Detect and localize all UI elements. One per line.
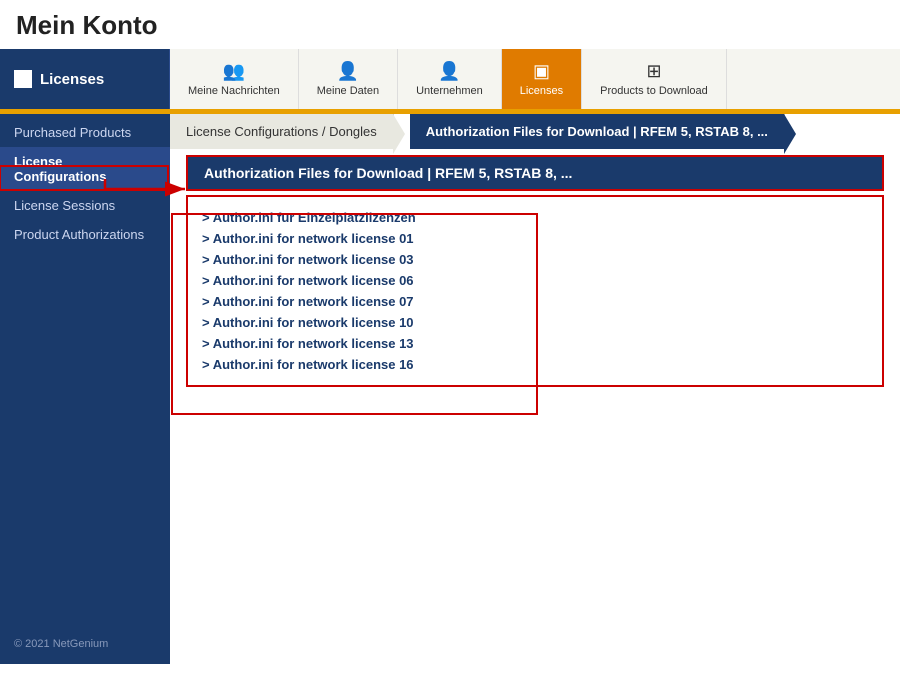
nav-items: 👥 Meine Nachrichten 👤 Meine Daten 👤 Unte… [170,49,900,109]
sidebar-item-license-sessions[interactable]: License Sessions [0,191,170,220]
auth-link-network-13[interactable]: > Author.ini for network license 13 [202,333,868,354]
nav-label-unternehmen: Unternehmen [416,85,483,97]
auth-link-network-10[interactable]: > Author.ini for network license 10 [202,312,868,333]
nav-item-products-to-download[interactable]: ⊞ Products to Download [582,49,727,109]
nav-label-products-to-download: Products to Download [600,85,708,97]
breadcrumb-bar: License Configurations / Dongles Authori… [170,114,900,149]
auth-header: Authorization Files for Download | RFEM … [186,155,884,191]
breadcrumb-item-license-configurations[interactable]: License Configurations / Dongles [170,114,394,149]
breadcrumb-label-license-configurations: License Configurations / Dongles [186,124,377,139]
auth-section: Authorization Files for Download | RFEM … [170,155,900,387]
sidebar-footer: © 2021 NetGenium [0,628,170,664]
content-area: License Configurations / Dongles Authori… [170,114,900,664]
nav-item-licenses[interactable]: ▣ Licenses [502,49,582,109]
logo-icon [14,70,32,88]
auth-link-network-03[interactable]: > Author.ini for network license 03 [202,249,868,270]
page-title-area: Mein Konto [0,0,900,49]
nav-label-meine-daten: Meine Daten [317,85,379,97]
auth-link-network-16[interactable]: > Author.ini for network license 16 [202,354,868,375]
breadcrumb-label-auth-files: Authorization Files for Download | RFEM … [426,124,768,139]
page-title: Mein Konto [16,10,884,41]
nav-label-licenses: Licenses [520,85,563,97]
nav-label-meine-nachrichten: Meine Nachrichten [188,85,280,97]
main-layout: Purchased Products License Configuration… [0,114,900,664]
auth-link-network-07[interactable]: > Author.ini for network license 07 [202,291,868,312]
breadcrumb-item-auth-files[interactable]: Authorization Files for Download | RFEM … [410,114,785,149]
logo-area[interactable]: Licenses [0,49,170,109]
person-icon: 👤 [337,61,359,82]
nav-item-meine-daten[interactable]: 👤 Meine Daten [299,49,398,109]
licenses-icon: ▣ [533,61,550,82]
sidebar-item-product-authorizations[interactable]: Product Authorizations [0,220,170,249]
auth-link-network-01[interactable]: > Author.ini for network license 01 [202,228,868,249]
messages-icon: 👥 [223,61,245,82]
auth-link-network-06[interactable]: > Author.ini for network license 06 [202,270,868,291]
sidebar-item-license-configurations[interactable]: License Configurations [0,147,170,191]
nav-item-unternehmen[interactable]: 👤 Unternehmen [398,49,502,109]
company-icon: 👤 [438,61,460,82]
logo-label: Licenses [40,71,104,88]
auth-links-box: > Author.ini für Einzelplatzlizenzen > A… [186,195,884,387]
auth-link-einzelplatz[interactable]: > Author.ini für Einzelplatzlizenzen [202,207,868,228]
sidebar: Purchased Products License Configuration… [0,114,170,664]
nav-item-meine-nachrichten[interactable]: 👥 Meine Nachrichten [170,49,299,109]
download-icon: ⊞ [646,61,661,82]
top-nav: Licenses 👥 Meine Nachrichten 👤 Meine Dat… [0,49,900,109]
sidebar-item-purchased-products[interactable]: Purchased Products [0,118,170,147]
